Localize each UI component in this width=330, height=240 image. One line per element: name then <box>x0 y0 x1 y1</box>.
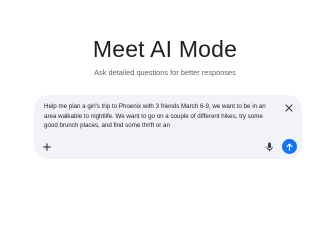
plus-icon <box>42 142 51 151</box>
prompt-input[interactable]: Help me plan a girl's trip to Phoenix wi… <box>44 102 278 131</box>
page-subtitle: Ask detailed questions for better respon… <box>94 68 236 77</box>
add-button[interactable] <box>40 140 53 153</box>
close-icon <box>285 104 293 112</box>
ai-mode-page: Meet AI Mode Ask detailed questions for … <box>0 0 330 200</box>
microphone-icon <box>265 142 273 151</box>
clear-button[interactable] <box>282 101 296 115</box>
send-button[interactable] <box>282 139 297 154</box>
voice-input-button[interactable] <box>263 140 275 153</box>
arrow-up-icon <box>286 143 293 151</box>
prompt-card: Help me plan a girl's trip to Phoenix wi… <box>34 95 302 159</box>
page-title: Meet AI Mode <box>92 36 238 62</box>
